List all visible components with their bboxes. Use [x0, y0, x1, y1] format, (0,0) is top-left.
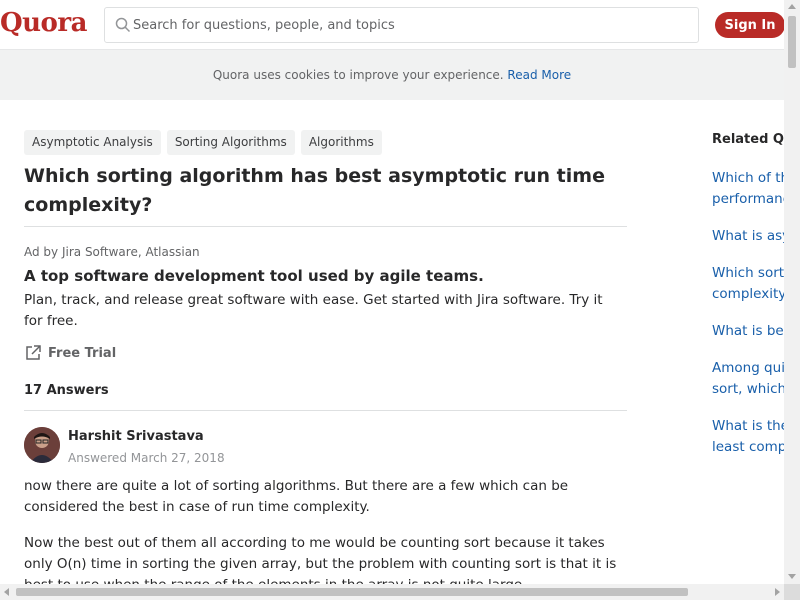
- cookie-banner: Quora uses cookies to improve your exper…: [0, 50, 784, 100]
- avatar-image: [24, 427, 60, 463]
- answer-paragraph: Now the best out of them all according t…: [24, 535, 617, 584]
- external-link-icon: [26, 345, 41, 360]
- search-icon: [115, 17, 131, 33]
- topic-asymptotic-analysis[interactable]: Asymptotic Analysis: [24, 130, 161, 155]
- related-question-line: Among quick: [712, 360, 784, 376]
- topic-sorting-algorithms[interactable]: Sorting Algorithms: [166, 130, 295, 155]
- related-question-link[interactable]: Which sorting complexity: [712, 263, 784, 305]
- answers-count: 17 Answers: [24, 383, 109, 398]
- divider: [24, 226, 627, 227]
- topic-algorithms[interactable]: Algorithms: [300, 130, 382, 155]
- related-question-line: sort, which: [712, 381, 784, 397]
- avatar[interactable]: [24, 427, 60, 463]
- related-question-line: least complexity: [712, 439, 784, 455]
- ad-title[interactable]: A top software development tool used by …: [24, 267, 484, 285]
- quora-logo[interactable]: Quora: [0, 8, 87, 38]
- search-input[interactable]: [133, 8, 693, 42]
- related-question-link[interactable]: What is the least complexity: [712, 416, 784, 458]
- scroll-right-arrow-icon[interactable]: [775, 588, 780, 596]
- topic-list: Asymptotic Analysis Sorting Algorithms A…: [24, 130, 382, 155]
- top-header: Quora Sign In: [0, 0, 785, 50]
- divider: [24, 410, 627, 411]
- author-name[interactable]: Harshit Srivastava: [68, 429, 204, 444]
- related-question-link[interactable]: Among quick sort, which: [712, 358, 784, 400]
- scroll-down-arrow-icon[interactable]: [788, 574, 796, 579]
- free-trial-label: Free Trial: [48, 345, 117, 361]
- related-question-link[interactable]: What is asymptotic: [712, 226, 784, 247]
- free-trial-link[interactable]: Free Trial: [24, 343, 116, 363]
- related-question-line: Which of the: [712, 170, 784, 186]
- ad-label: Ad by Jira Software, Atlassian: [24, 245, 200, 259]
- related-questions-title: Related Questions: [712, 132, 784, 147]
- search-box[interactable]: [104, 7, 699, 43]
- sign-in-button[interactable]: Sign In: [715, 12, 785, 38]
- related-question-line: What is asymptotic: [712, 228, 784, 244]
- vertical-scrollbar[interactable]: [784, 0, 800, 584]
- related-question-link[interactable]: Which of the performance: [712, 168, 784, 210]
- read-more-link[interactable]: Read More: [507, 68, 571, 82]
- related-question-line: performance: [712, 191, 784, 207]
- ad-body[interactable]: Plan, track, and release great software …: [24, 290, 624, 332]
- answer-date[interactable]: Answered March 27, 2018: [68, 451, 225, 465]
- related-questions-list: Which of the performance What is asympto…: [712, 168, 784, 474]
- horizontal-scroll-thumb[interactable]: [16, 588, 688, 596]
- vertical-scroll-thumb[interactable]: [788, 16, 796, 68]
- related-question-line: What is best: [712, 323, 784, 339]
- related-question-link[interactable]: What is best: [712, 321, 784, 342]
- scroll-up-arrow-icon[interactable]: [788, 4, 796, 9]
- related-question-line: Which sorting: [712, 265, 784, 281]
- horizontal-scrollbar[interactable]: [0, 584, 784, 600]
- answer-paragraph: now there are quite a lot of sorting alg…: [24, 478, 569, 515]
- cookie-text: Quora uses cookies to improve your exper…: [212, 68, 504, 82]
- scrollbar-corner: [784, 584, 800, 600]
- scroll-left-arrow-icon[interactable]: [4, 588, 9, 596]
- related-question-line: complexity: [712, 286, 784, 302]
- related-question-line: What is the: [712, 418, 784, 434]
- question-title: Which sorting algorithm has best asympto…: [24, 165, 605, 216]
